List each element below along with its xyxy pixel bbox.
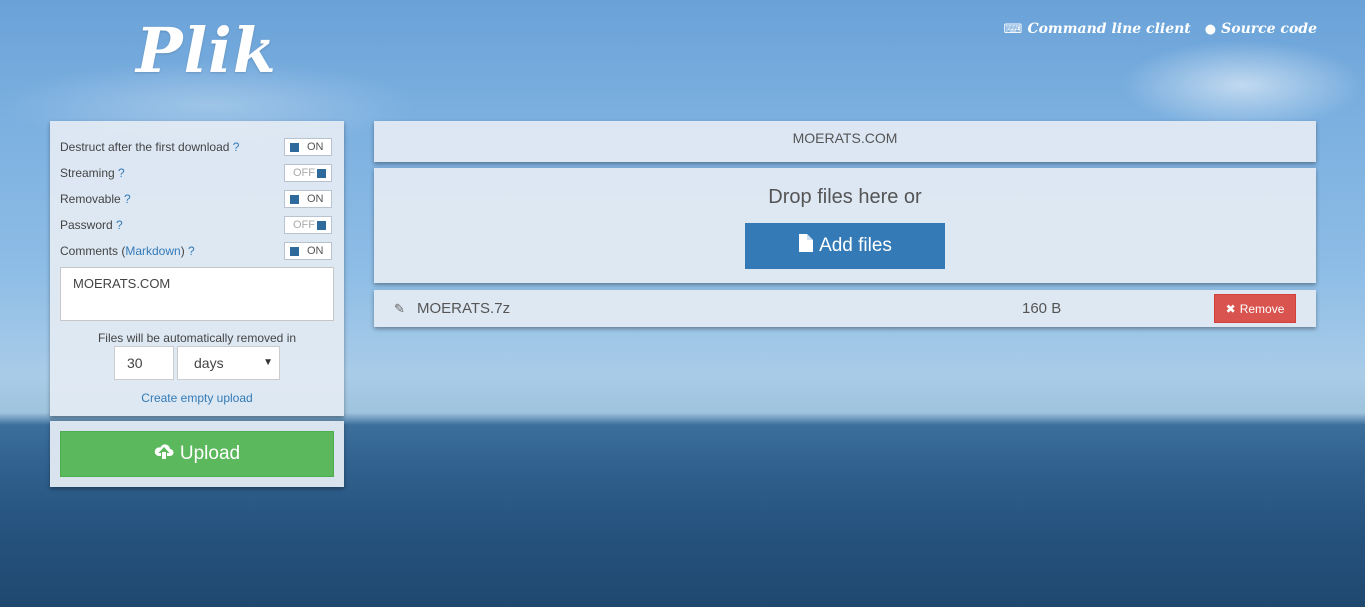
file-name: MOERATS.7z — [417, 300, 511, 317]
cli-link-label: Command line client — [1027, 21, 1191, 37]
keyboard-icon: ⌨ — [1003, 21, 1023, 37]
destruct-toggle[interactable]: ON — [284, 138, 332, 156]
pencil-icon[interactable]: ✎ — [394, 301, 405, 317]
file-row: ✎ MOERATS.7z 160 B ✖ Remove — [374, 290, 1316, 327]
remove-label: Remove — [1239, 301, 1285, 316]
toggle-knob — [290, 247, 299, 256]
help-icon[interactable]: ? — [233, 140, 240, 154]
upload-button-label: Upload — [179, 443, 241, 464]
option-streaming: Streaming ? — [60, 166, 125, 180]
upload-panel: Upload — [50, 421, 344, 487]
streaming-toggle[interactable]: OFF — [284, 164, 332, 182]
password-toggle[interactable]: OFF — [284, 216, 332, 234]
comments-toggle[interactable]: ON — [284, 242, 332, 260]
markdown-link[interactable]: Markdown — [125, 244, 180, 258]
times-icon: ✖ — [1225, 301, 1236, 316]
help-icon[interactable]: ? — [124, 192, 131, 206]
source-link[interactable]: ● Source code — [1205, 21, 1317, 37]
caret-down-icon: ▼ — [263, 357, 273, 368]
source-link-label: Source code — [1221, 21, 1317, 37]
option-password: Password ? — [60, 218, 123, 232]
dropzone[interactable]: Drop files here or Add files — [374, 168, 1316, 283]
upload-button[interactable]: Upload — [60, 431, 334, 477]
settings-panel: Destruct after the first download ? ON S… — [50, 121, 344, 416]
ttl-input[interactable]: 30 — [114, 346, 174, 380]
cloud-upload-icon — [154, 442, 174, 466]
logo[interactable]: Plik — [136, 14, 277, 87]
add-files-button[interactable]: Add files — [745, 223, 945, 269]
dropzone-text: Drop files here or — [768, 186, 922, 208]
create-empty-upload-link[interactable]: Create empty upload — [50, 391, 344, 405]
add-files-label: Add files — [819, 235, 892, 256]
removable-toggle[interactable]: ON — [284, 190, 332, 208]
option-comments: Comments (Markdown) ? — [60, 244, 195, 258]
toggle-knob — [290, 143, 299, 152]
cli-link[interactable]: ⌨ Command line client — [1004, 21, 1191, 37]
file-icon — [798, 234, 814, 258]
option-destruct: Destruct after the first download ? — [60, 140, 240, 154]
comments-textarea[interactable]: MOERATS.COM — [60, 267, 334, 321]
file-size: 160 B — [1022, 300, 1062, 317]
background-cloud — [1120, 40, 1365, 130]
option-removable: Removable ? — [60, 192, 131, 206]
help-icon[interactable]: ? — [116, 218, 123, 232]
upload-comment-box: MOERATS.COM — [374, 121, 1316, 162]
expiry-label: Files will be automatically removed in — [97, 331, 297, 345]
help-icon[interactable]: ? — [188, 244, 195, 258]
upload-comment: MOERATS.COM — [792, 130, 898, 146]
header-links: ⌨ Command line client ● Source code — [1004, 21, 1317, 37]
help-icon[interactable]: ? — [118, 166, 125, 180]
github-icon: ● — [1204, 21, 1217, 37]
toggle-knob — [290, 195, 299, 204]
ttl-unit-select[interactable]: days ▼ — [177, 346, 280, 380]
remove-file-button[interactable]: ✖ Remove — [1214, 294, 1296, 323]
toggle-knob — [317, 169, 326, 178]
toggle-knob — [317, 221, 326, 230]
